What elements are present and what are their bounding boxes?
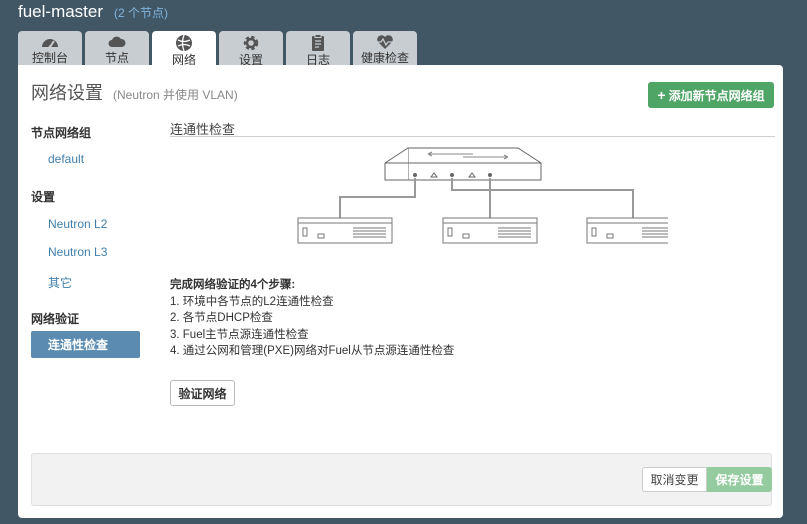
add-button-label: 添加新节点网络组 [668,88,765,103]
network-icon [174,34,194,52]
tab-logs[interactable]: 日志 [286,31,350,65]
sidebar-item-neutron-l2[interactable]: Neutron L2 [48,217,107,231]
footer-toolbar: 取消变更 保存设置 [31,453,772,506]
steps-title: 完成网络验证的4个步骤: [170,279,296,291]
sidebar-item-neutron-l3[interactable]: Neutron L3 [48,245,107,259]
server-icon [586,217,668,244]
tab-settings[interactable]: 设置 [219,31,283,65]
clipboard-icon [308,34,328,52]
environment-name: fuel-master [18,2,104,21]
cancel-changes-button[interactable]: 取消变更 [642,467,707,492]
tab-label: 控制台 [31,51,68,65]
switch-icon [384,147,542,181]
tab-health-check[interactable]: 健康检查 [353,31,417,65]
tab-label: 健康检查 [360,51,409,65]
network-topology-diagram [297,147,668,244]
list-item: 4. 通过公网和管理(PXE)网络对Fuel从节点源连通性检查 [170,345,455,357]
heartbeat-icon [375,34,395,50]
section-divider [170,136,775,137]
plus-icon: + [657,87,666,103]
dashboard-icon [40,34,60,50]
cloud-icon [107,34,127,50]
page-title: 网络设置 (Neutron 并使用 VLAN) [31,79,238,105]
tab-label: 日志 [305,53,330,65]
network-settings-panel: 网络设置 (Neutron 并使用 VLAN) + 添加新节点网络组 节点网络组… [18,65,783,518]
list-item: 2. 各节点DHCP检查 [170,312,273,324]
gear-icon [241,34,261,52]
list-item: 1. 环境中各节点的L2连通性检查 [170,295,334,308]
environment-header: fuel-master (2 个节点) [18,2,168,24]
tab-bar: 控制台 节点 网络 设置 日志 健康检查 [18,31,417,66]
tab-dashboard[interactable]: 控制台 [18,31,82,65]
settings-heading: 设置 [31,190,56,204]
page-title-text: 网络设置 [31,83,103,103]
verify-networks-button[interactable]: 验证网络 [170,380,235,406]
server-icon [297,217,393,244]
tab-nodes[interactable]: 节点 [85,31,149,65]
verification-steps: 完成网络验证的4个步骤: 1. 环境中各节点的L2连通性检查 2. 各节点DHC… [170,277,454,360]
network-verification-heading: 网络验证 [31,312,80,326]
page-subtitle: (Neutron 并使用 VLAN) [113,88,238,102]
server-icon [442,217,538,244]
tab-network[interactable]: 网络 [152,31,216,66]
node-count[interactable]: (2 个节点) [114,4,168,21]
tab-label: 设置 [238,53,263,65]
sidebar-item-connectivity-check[interactable]: 连通性检查 [31,331,140,358]
node-groups-heading: 节点网络组 [31,126,92,140]
sidebar-item-other[interactable]: 其它 [48,274,72,291]
tab-label: 节点 [104,51,129,65]
list-item: 3. Fuel主节点源连通性检查 [170,328,309,341]
save-settings-button[interactable]: 保存设置 [707,467,772,492]
sidebar-item-default[interactable]: default [48,152,84,166]
add-node-network-group-button[interactable]: + 添加新节点网络组 [648,82,774,108]
